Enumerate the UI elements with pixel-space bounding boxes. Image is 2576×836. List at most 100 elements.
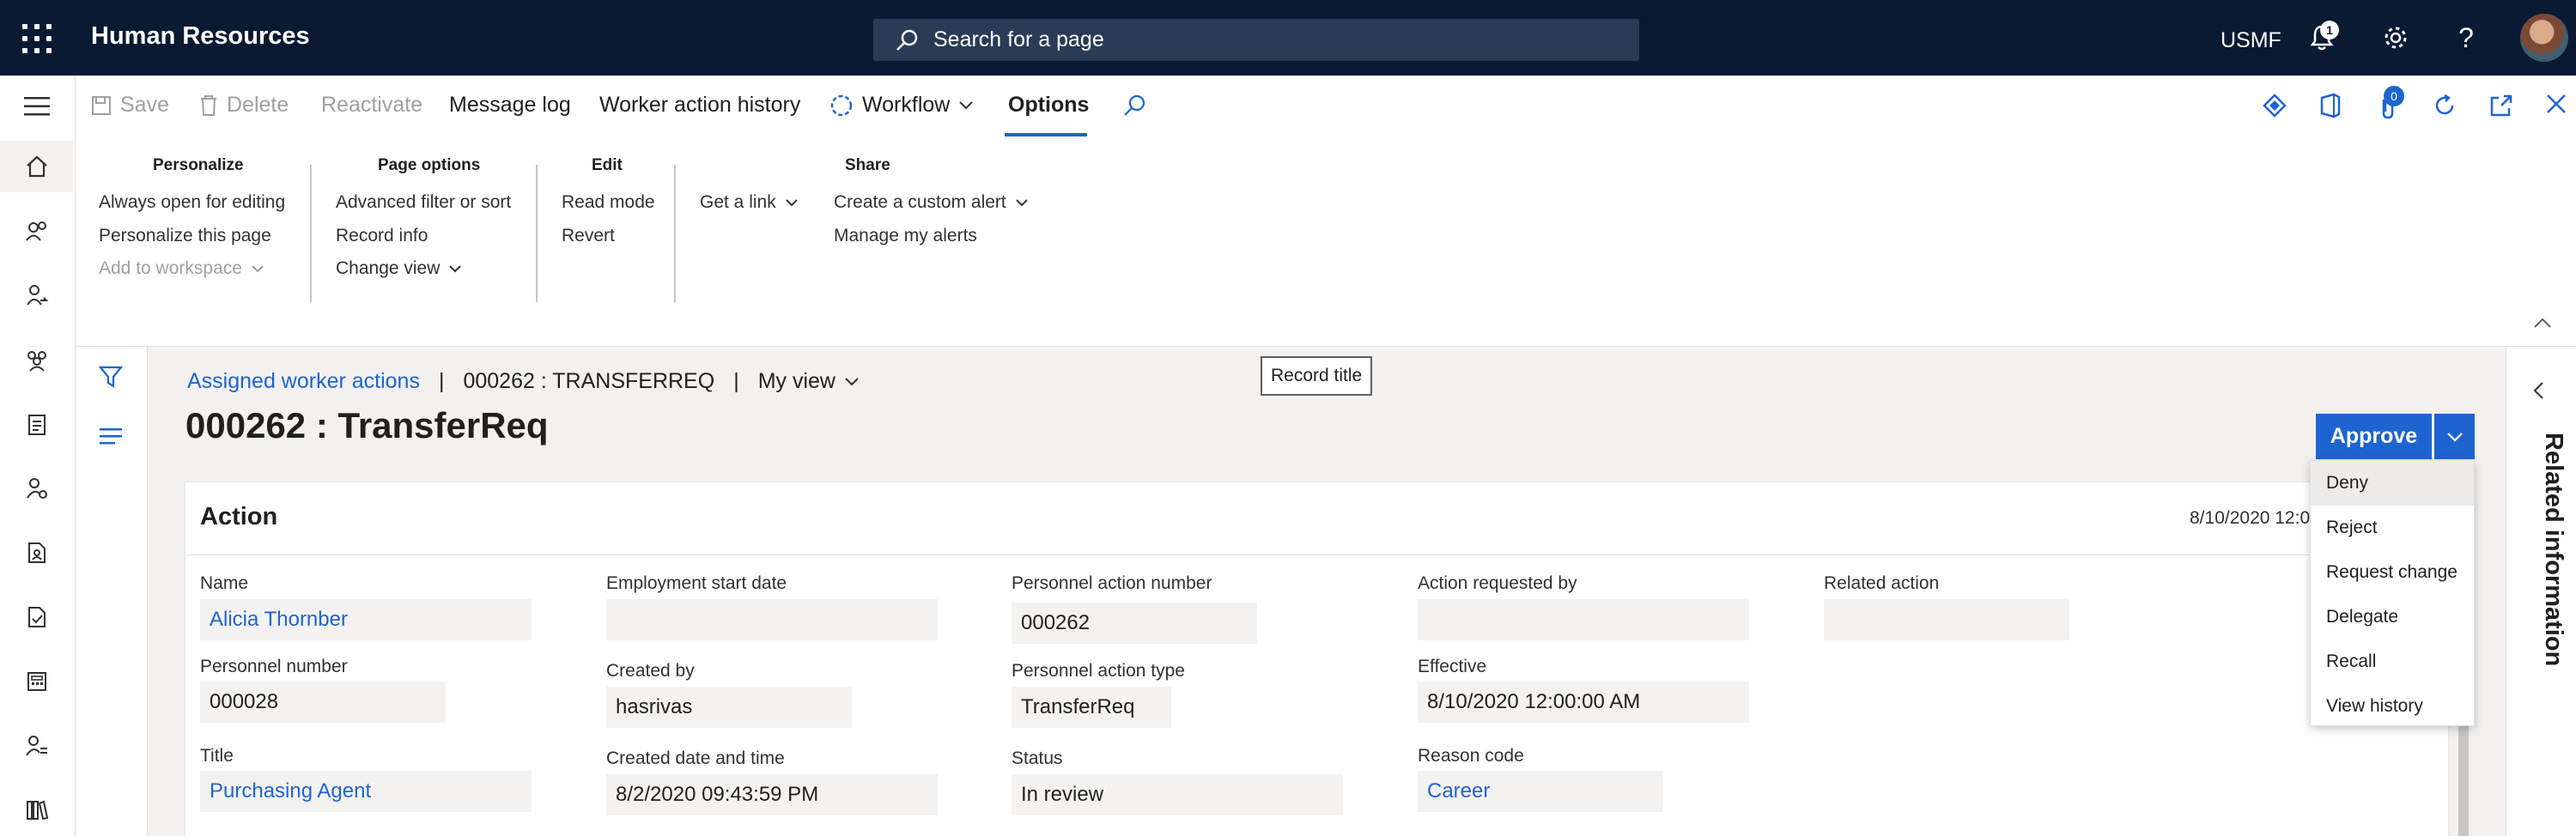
- menu-item-deny[interactable]: Deny: [2311, 461, 2474, 506]
- read-mode[interactable]: Read mode: [562, 192, 655, 213]
- effective-field[interactable]: 8/10/2020 12:00:00 AM: [1418, 682, 1749, 723]
- search-icon: [1124, 94, 1145, 116]
- add-to-workspace-label: Add to workspace: [99, 258, 242, 278]
- notifications-button[interactable]: 1: [2303, 19, 2341, 57]
- office-button[interactable]: [2318, 93, 2342, 118]
- list-view-button[interactable]: [98, 426, 124, 451]
- personnel-number-field[interactable]: 000028: [200, 682, 446, 723]
- menu-item-recall[interactable]: Recall: [2311, 639, 2474, 684]
- reason-code-field[interactable]: Career: [1418, 771, 1663, 812]
- breadcrumb-separator: |: [438, 369, 445, 393]
- name-field[interactable]: Alicia Thornber: [200, 599, 532, 640]
- reactivate-button[interactable]: Reactivate: [321, 93, 422, 118]
- nav-person-list[interactable]: [0, 720, 74, 772]
- effective-label: Effective: [1418, 657, 1487, 676]
- trash-icon: [201, 94, 216, 116]
- delete-button[interactable]: Delete: [199, 93, 289, 118]
- notification-count: 1: [2320, 21, 2339, 39]
- get-a-link[interactable]: Get a link: [700, 192, 799, 213]
- workflow-button[interactable]: Workflow: [829, 93, 974, 118]
- attachments-button[interactable]: 0: [2375, 86, 2404, 120]
- question-icon: ?: [2458, 21, 2474, 53]
- power-apps-button[interactable]: [2262, 93, 2287, 118]
- approve-dropdown-button[interactable]: [2434, 414, 2475, 459]
- ribbon-divider: [310, 165, 312, 302]
- group-personalize-title: Personalize: [153, 156, 244, 174]
- menu-item-reject[interactable]: Reject: [2311, 506, 2474, 550]
- workflow-icon: [830, 94, 853, 116]
- change-view[interactable]: Change view: [336, 258, 462, 279]
- add-to-workspace[interactable]: Add to workspace: [99, 258, 264, 279]
- find-button[interactable]: [1121, 93, 1147, 118]
- personnel-action-type-field[interactable]: TransferReq: [1012, 687, 1171, 728]
- nav-home[interactable]: [0, 141, 74, 192]
- filter-button[interactable]: [98, 364, 124, 394]
- change-view-label: Change view: [336, 258, 440, 278]
- breadcrumb-link[interactable]: Assigned worker actions: [187, 369, 420, 394]
- save-icon: [92, 95, 111, 115]
- nav-tasks[interactable]: [0, 398, 74, 450]
- related-information-pane[interactable]: Related information: [2506, 347, 2576, 836]
- created-datetime-field[interactable]: 8/2/2020 09:43:59 PM: [606, 774, 938, 815]
- view-selector-label: My view: [757, 369, 835, 393]
- settings-button[interactable]: [2377, 19, 2415, 57]
- manage-my-alerts[interactable]: Manage my alerts: [834, 226, 977, 246]
- create-custom-alert[interactable]: Create a custom alert: [834, 192, 1029, 213]
- related-action-field[interactable]: [1824, 599, 2069, 640]
- status-field[interactable]: In review: [1012, 774, 1343, 815]
- record-info[interactable]: Record info: [336, 226, 428, 246]
- personnel-action-number-field[interactable]: 000262: [1012, 603, 1257, 644]
- personalize-this-page[interactable]: Personalize this page: [99, 226, 271, 246]
- left-navigation: [0, 76, 76, 836]
- view-selector[interactable]: My view: [758, 369, 860, 394]
- always-open-for-editing[interactable]: Always open for editing: [99, 192, 285, 213]
- close-icon: [2547, 94, 2566, 113]
- title-field[interactable]: Purchasing Agent: [200, 771, 532, 812]
- action-requested-by-label: Action requested by: [1418, 573, 1577, 593]
- action-requested-by-field[interactable]: [1418, 599, 1749, 640]
- nav-worker[interactable]: [0, 270, 74, 321]
- help-button[interactable]: ?: [2447, 19, 2485, 57]
- card-header[interactable]: Action 8/10/2020 12:0: [185, 482, 2448, 555]
- nav-reports[interactable]: [0, 785, 74, 836]
- tab-options[interactable]: Options: [1008, 93, 1089, 118]
- approve-button[interactable]: Approve: [2316, 414, 2432, 459]
- filter-icon: [98, 366, 124, 389]
- app-launcher-icon[interactable]: [22, 24, 52, 53]
- worker-action-history-button[interactable]: Worker action history: [599, 93, 800, 118]
- refresh-button[interactable]: [2432, 93, 2458, 118]
- nav-document-person[interactable]: [0, 527, 74, 579]
- advanced-filter-or-sort[interactable]: Advanced filter or sort: [336, 192, 511, 213]
- action-card: Action 8/10/2020 12:0 Name Alicia Thornb…: [185, 482, 2448, 836]
- save-button[interactable]: Save: [91, 93, 169, 118]
- group-icon: [27, 351, 46, 372]
- revert[interactable]: Revert: [562, 226, 615, 246]
- nav-document-check[interactable]: [0, 591, 74, 643]
- message-log-button[interactable]: Message log: [449, 93, 571, 118]
- nav-calculator[interactable]: [0, 656, 74, 707]
- library-icon: [27, 800, 49, 821]
- avatar[interactable]: [2520, 14, 2568, 62]
- company-selector[interactable]: USMF: [2221, 28, 2281, 53]
- nav-person-settings[interactable]: [0, 463, 74, 514]
- employment-start-field[interactable]: [606, 599, 938, 640]
- open-new-window-button[interactable]: [2488, 93, 2514, 118]
- save-label: Save: [120, 93, 169, 117]
- breadcrumb-separator: |: [733, 369, 739, 393]
- nav-menu-button[interactable]: [0, 81, 74, 132]
- group-edit-title: Edit: [592, 156, 623, 174]
- menu-item-request-change[interactable]: Request change: [2311, 550, 2474, 595]
- nav-people[interactable]: [0, 205, 74, 257]
- group-page-options-title: Page options: [378, 156, 481, 174]
- collapse-ribbon-button[interactable]: [2533, 317, 2552, 333]
- app-title: Human Resources: [91, 22, 310, 50]
- hamburger-icon: [24, 97, 50, 116]
- options-tab-underline: [1005, 133, 1087, 136]
- people-icon: [26, 221, 46, 241]
- search-box[interactable]: Search for a page: [873, 19, 1639, 61]
- menu-item-delegate[interactable]: Delegate: [2311, 595, 2474, 639]
- nav-organization[interactable]: [0, 334, 74, 385]
- close-button[interactable]: [2545, 93, 2567, 115]
- menu-item-view-history[interactable]: View history: [2311, 684, 2474, 729]
- created-by-field[interactable]: hasrivas: [606, 687, 852, 728]
